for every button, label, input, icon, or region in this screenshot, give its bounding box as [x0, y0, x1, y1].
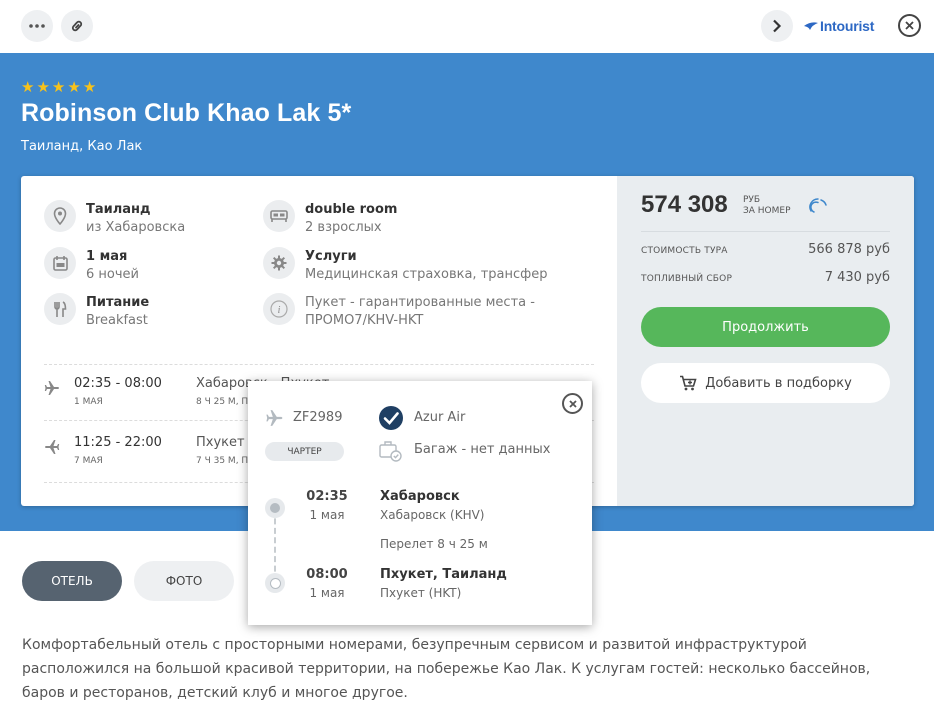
plane-icon	[45, 440, 60, 454]
country-title: Таиланд	[86, 202, 151, 217]
hotel-location: Таиланд, Као Лак	[21, 139, 143, 154]
plane-icon	[44, 381, 59, 395]
info-services: Услуги Медицинская страховка, трансфер	[263, 247, 548, 284]
flight-date: 1 МАЯ	[74, 397, 103, 407]
refresh-icon[interactable]	[807, 196, 829, 218]
arrival-airport: Пхукет (HKT)	[380, 586, 462, 600]
services-list: Медицинская страховка, трансфер	[305, 267, 548, 282]
departure-city: Хабаровск	[380, 489, 460, 504]
nights: 6 ночей	[86, 267, 139, 282]
gear-icon	[263, 247, 295, 279]
copy-link-button[interactable]	[61, 10, 93, 42]
route-line	[274, 509, 276, 581]
logo-bird-icon	[804, 22, 818, 30]
divider	[641, 231, 890, 232]
calendar-icon	[44, 247, 76, 279]
price-panel: 574 308 РУБ ЗА НОМЕР СТОИМОСТЬ ТУРА 566 …	[617, 176, 914, 506]
add-to-selection-button[interactable]: Добавить в подборку	[641, 363, 890, 403]
meal-plan: Breakfast	[86, 313, 148, 328]
flight-time: 11:25 - 22:00	[74, 435, 162, 450]
chevron-right-icon	[773, 19, 782, 33]
flight-time: 02:35 - 08:00	[74, 376, 162, 391]
add-label: Добавить в подборку	[705, 375, 852, 391]
arrival-date: 1 мая	[309, 586, 345, 600]
more-button[interactable]	[21, 10, 53, 42]
hotel-description: Комфортабельный отель с просторными номе…	[22, 637, 871, 701]
price-per: ЗА НОМЕР	[743, 206, 791, 216]
tour-cost-value: 566 878 руб	[808, 242, 890, 257]
services-title: Услуги	[305, 249, 357, 264]
location-pin-icon	[44, 200, 76, 232]
room-type: double room	[305, 202, 398, 217]
charter-badge: ЧАРТЕР	[265, 442, 344, 461]
divider	[44, 364, 594, 365]
cart-icon	[680, 375, 697, 391]
tab-hotel[interactable]: ОТЕЛЬ	[22, 561, 122, 601]
star-icon: ★	[51, 78, 66, 96]
total-price: 574 308	[641, 191, 728, 218]
info-country: Таиланд из Хабаровска	[44, 200, 185, 237]
flight-duration: Перелет 8 ч 25 м	[380, 537, 488, 551]
price-unit: РУБ ЗА НОМЕР	[743, 195, 791, 217]
arrival-city: Пхукет, Таиланд	[380, 567, 507, 582]
departure-city: из Хабаровска	[86, 220, 186, 235]
info-room: double room 2 взрослых	[263, 200, 397, 237]
baggage-icon	[379, 441, 402, 462]
star-icon: ★	[82, 78, 97, 96]
close-icon	[905, 21, 914, 30]
fuel-fee-label: ТОПЛИВНЫЙ СБОР	[641, 274, 733, 284]
star-icon: ★	[36, 78, 50, 96]
more-icon	[29, 24, 45, 28]
next-button[interactable]	[761, 10, 793, 42]
airline-logo-icon	[379, 406, 403, 430]
departure-airport: Хабаровск (KHV)	[380, 508, 485, 522]
meal-title: Питание	[86, 295, 150, 310]
currency: РУБ	[743, 195, 761, 205]
svg-text:i: i	[278, 305, 281, 316]
info-meal: Питание Breakfast	[44, 293, 149, 330]
tour-cost-label: СТОИМОСТЬ ТУРА	[641, 246, 728, 256]
star-icon: ★	[67, 78, 81, 96]
tour-note: Пукет - гарантированные места - ПРОМО7/K…	[305, 295, 535, 328]
info-icon: i	[263, 293, 295, 325]
hotel-name: Robinson Club Khao Lak 5*	[21, 99, 352, 127]
close-button[interactable]	[898, 14, 921, 37]
brand-name: Intourist	[820, 18, 875, 34]
intourist-logo[interactable]: Intourist	[804, 17, 874, 35]
departure-time: 02:35	[306, 489, 348, 504]
tab-photo[interactable]: ФОТО	[134, 561, 234, 601]
fuel-fee-value: 7 430 руб	[824, 270, 890, 285]
start-date: 1 мая	[86, 249, 128, 264]
bed-icon	[263, 200, 295, 232]
popup-close-button[interactable]	[562, 393, 583, 414]
flight-details-popup: ZF2989 ЧАРТЕР Azur Air Багаж - нет данны…	[248, 381, 592, 625]
flight-number: ZF2989	[293, 410, 343, 425]
info-note: i Пукет - гарантированные места - ПРОМО7…	[263, 293, 550, 330]
departure-marker	[265, 498, 285, 518]
flight-date: 7 МАЯ	[74, 456, 103, 466]
link-icon	[71, 20, 83, 32]
arrival-marker	[265, 573, 285, 593]
arrival-time: 08:00	[306, 567, 348, 582]
continue-button[interactable]: Продолжить	[641, 307, 890, 347]
airline-name: Azur Air	[414, 410, 466, 425]
plane-icon	[266, 410, 283, 426]
top-bar: Intourist	[0, 0, 934, 53]
baggage-info: Багаж - нет данных	[414, 442, 551, 457]
departure-date: 1 мая	[309, 508, 345, 522]
star-rating: ★ ★ ★ ★ ★	[21, 78, 97, 96]
cutlery-icon	[44, 293, 76, 325]
star-icon: ★	[21, 78, 35, 96]
close-icon	[568, 399, 577, 408]
guests: 2 взрослых	[305, 220, 382, 235]
info-date: 1 мая 6 ночей	[44, 247, 139, 284]
